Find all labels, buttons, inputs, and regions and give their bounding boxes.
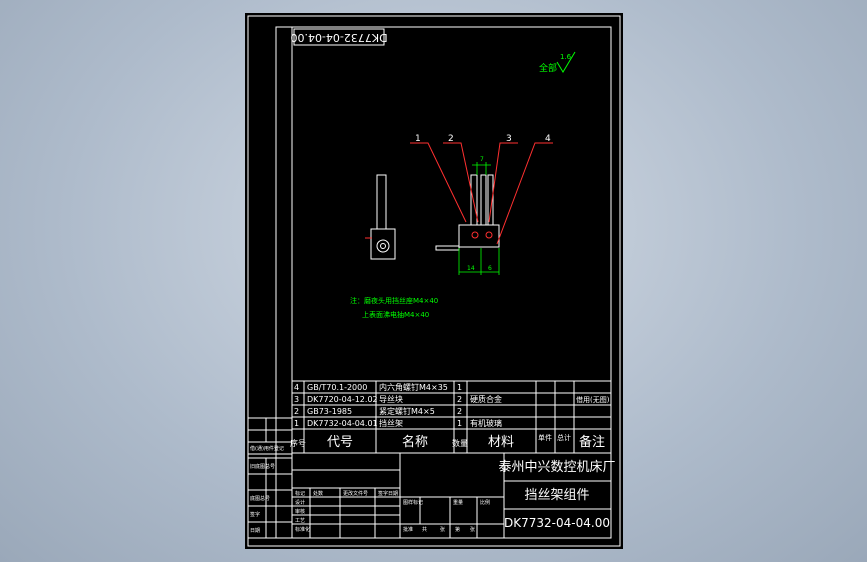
dim-bottom-right: 6 bbox=[488, 265, 492, 272]
sheet-total-unit: 张 bbox=[440, 526, 445, 533]
bom-row-1-index: 1 bbox=[294, 419, 299, 428]
scale-label: 比例 bbox=[480, 499, 490, 506]
bom-header-code: 代号 bbox=[327, 435, 353, 450]
bom-row-2-code: GB73-1985 bbox=[307, 407, 352, 416]
balloon-1: 1 bbox=[415, 134, 421, 144]
sheet-total-label: 共 bbox=[422, 526, 427, 533]
note-line-1: 注：磨夜头用挡丝座M4×40 bbox=[350, 296, 438, 305]
note-line-2: 上表面沸电抽M4×40 bbox=[362, 310, 429, 319]
bom-header-remark: 备注 bbox=[579, 434, 605, 450]
bom-row-1-qty: 1 bbox=[457, 419, 462, 428]
drawing-canvas: DK7732-04-04.00 全部 1.6 1 2 3 4 7 14 6 注：… bbox=[245, 13, 623, 549]
stage-label: 图样标记 bbox=[403, 499, 423, 506]
bom-row-3-qty: 2 bbox=[457, 395, 462, 404]
balloon-4: 4 bbox=[545, 134, 551, 144]
sign-label-change-doc: 更改文件号 bbox=[343, 490, 368, 497]
sign-label-date: 日期 bbox=[388, 491, 398, 497]
bom-row-4-index: 4 bbox=[294, 383, 299, 392]
left-label-old-base: 旧底图总号 bbox=[250, 463, 275, 470]
left-label-sign: 签字 bbox=[250, 511, 260, 518]
bom-row-2-index: 2 bbox=[294, 407, 299, 416]
left-label-base: 底图总号 bbox=[250, 495, 270, 502]
bom-row-1-name: 挡丝架 bbox=[379, 418, 403, 428]
bom-header-total-weight: 总计 bbox=[557, 433, 571, 442]
left-label-register: 借(通)用件登记 bbox=[250, 445, 284, 452]
bom-row-3-remark: 借用(无图) bbox=[576, 395, 610, 404]
bom-row-4-qty: 1 bbox=[457, 383, 462, 392]
sign-label-signature: 签字 bbox=[378, 490, 388, 497]
bom-row-2-qty: 2 bbox=[457, 407, 462, 416]
sheet-index-label: 第 bbox=[455, 526, 460, 533]
role-design: 设计 bbox=[295, 499, 305, 506]
role-review: 审核 bbox=[295, 508, 305, 515]
bom-header-material: 材料 bbox=[488, 435, 514, 450]
balloon-3: 3 bbox=[506, 134, 512, 144]
bom-row-3-index: 3 bbox=[294, 395, 299, 404]
role-standard: 标准化 bbox=[295, 526, 310, 533]
bom-header-qty: 数量 bbox=[452, 438, 468, 448]
bom-row-1-code: DK7732-04-04.01 bbox=[307, 419, 378, 428]
part-name: 挡丝架组件 bbox=[524, 488, 589, 503]
sign-label-count: 处数 bbox=[313, 490, 323, 497]
code-stamp: DK7732-04-04.00 bbox=[290, 31, 387, 44]
bom-row-1-material: 有机玻璃 bbox=[470, 418, 502, 428]
dim-bottom-left: 14 bbox=[467, 265, 475, 272]
bom-row-3-name: 导丝块 bbox=[379, 394, 403, 404]
bom-row-3-code: DK7720-04-12.02 bbox=[307, 395, 378, 404]
balloon-2: 2 bbox=[448, 134, 454, 144]
bom-row-4-name: 内六角螺钉M4×35 bbox=[379, 382, 448, 392]
role-approve: 批准 bbox=[403, 526, 413, 533]
drawing-number: DK7732-04-04.00 bbox=[504, 516, 610, 530]
left-label-date: 日期 bbox=[250, 528, 260, 534]
roughness-label: 全部 bbox=[539, 62, 557, 74]
role-process: 工艺 bbox=[295, 518, 305, 524]
bom-header-name: 名称 bbox=[402, 434, 428, 450]
sheet-index-unit: 张 bbox=[470, 526, 475, 533]
weight-label: 重量 bbox=[453, 499, 463, 506]
bom-row-4-code: GB/T70.1-2000 bbox=[307, 383, 367, 392]
dim-top: 7 bbox=[480, 156, 484, 163]
sign-label-mark: 标记 bbox=[295, 490, 305, 497]
bom-header-unit-weight: 单件 bbox=[538, 433, 552, 442]
bom-row-2-name: 紧定螺钉M4×5 bbox=[379, 406, 435, 416]
company-name: 泰州中兴数控机床厂 bbox=[498, 460, 615, 475]
bom-row-3-material: 硬质合金 bbox=[470, 394, 502, 404]
